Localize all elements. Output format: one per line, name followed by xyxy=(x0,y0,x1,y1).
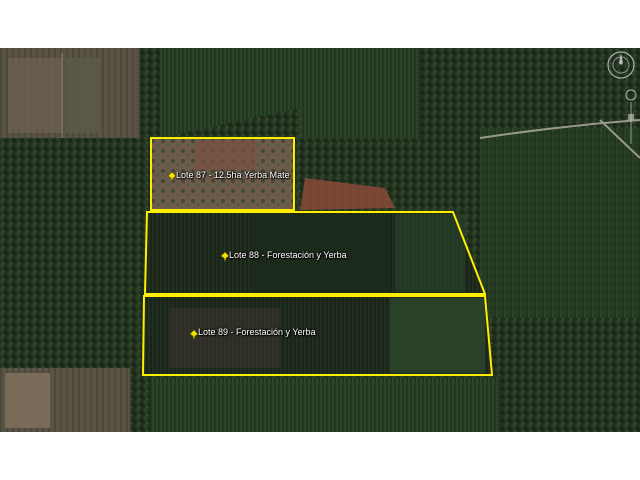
compass-icon[interactable] xyxy=(606,50,636,80)
plantation-east xyxy=(480,128,640,318)
lot-88-pin-icon[interactable] xyxy=(221,252,229,262)
lot-89-pin-icon[interactable] xyxy=(190,330,198,340)
satellite-imagery xyxy=(0,48,640,432)
navigation-control-icon[interactable] xyxy=(624,88,638,148)
satellite-map[interactable]: Lote 87 - 12.5ha Yerba Mate Lote 88 - Fo… xyxy=(0,48,640,432)
lot-88-label[interactable]: Lote 88 - Forestación y Yerba xyxy=(229,250,347,260)
lot-89-label[interactable]: Lote 89 - Forestación y Yerba xyxy=(198,327,316,337)
lot-87-label[interactable]: Lote 87 - 12.5ha Yerba Mate xyxy=(176,170,290,180)
lot-87-pin-icon[interactable] xyxy=(168,172,176,182)
plantation-south xyxy=(150,378,500,432)
